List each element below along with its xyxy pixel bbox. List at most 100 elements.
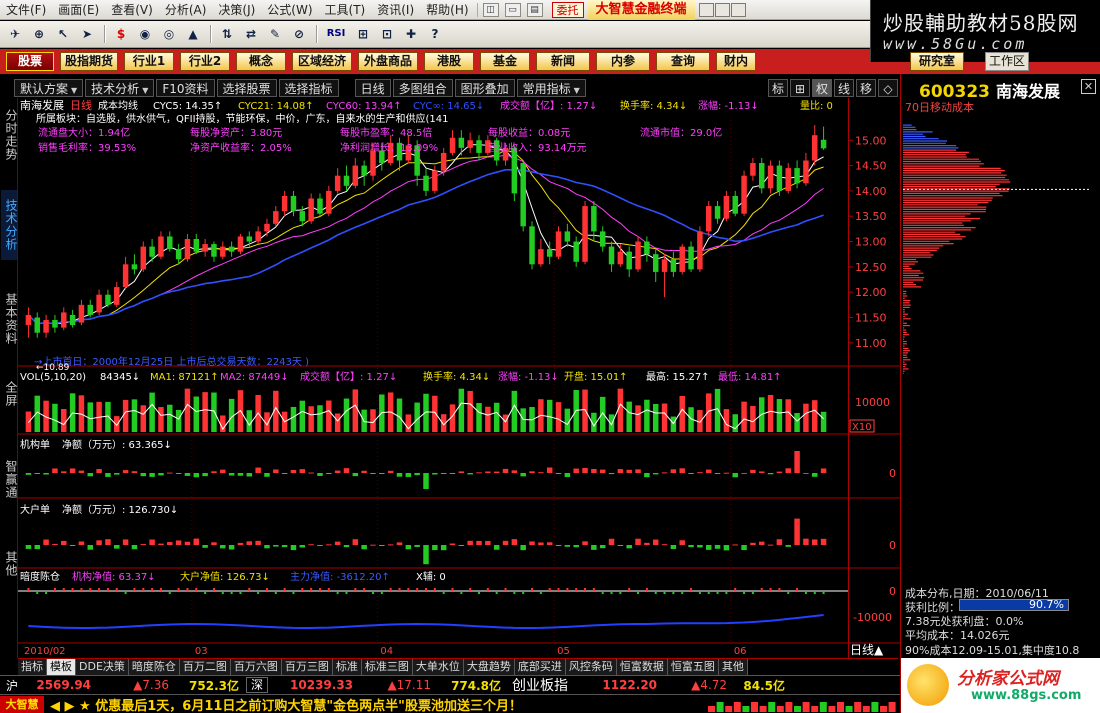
bottom-tab-12[interactable]: 风控条码 — [565, 659, 617, 675]
subtool-2[interactable]: F10资料 — [156, 79, 215, 97]
candle — [820, 126, 827, 150]
nav-tab-9[interactable]: 新闻 — [536, 52, 590, 71]
minimize-icon[interactable] — [698, 2, 714, 17]
nav-tab-3[interactable]: 行业2 — [180, 52, 230, 71]
bottom-tab-0[interactable]: 指标 — [18, 659, 47, 675]
mdi-button-0[interactable]: ◫ — [482, 2, 499, 17]
bottom-tab-5[interactable]: 百万六图 — [230, 659, 282, 675]
menu-item-7[interactable]: 资讯(I) — [371, 0, 420, 20]
bottom-tab-1[interactable]: 模板 — [47, 659, 76, 675]
dollar-icon[interactable]: $ — [110, 24, 132, 44]
menu-item-0[interactable]: 文件(F) — [0, 0, 52, 20]
subtool-small-2[interactable]: 权 — [812, 79, 832, 97]
arrow-icon[interactable]: ➤ — [76, 24, 98, 44]
bottom-tab-14[interactable]: 恒富五图 — [667, 659, 719, 675]
bottom-tab-10[interactable]: 大盘趋势 — [463, 659, 515, 675]
bottom-tab-13[interactable]: 恒富数据 — [616, 659, 668, 675]
nav-tab-6[interactable]: 外盘商品 — [358, 52, 418, 71]
subtool-8[interactable]: 常用指标 — [516, 79, 586, 97]
subtool-small-5[interactable]: ◇ — [878, 79, 898, 97]
triangle-icon[interactable]: ▲ — [182, 24, 204, 44]
dzh-logo[interactable]: 大智慧 — [0, 695, 44, 713]
left-tab-5[interactable]: 其他 — [1, 544, 18, 584]
left-tab-3[interactable]: 全屏 — [1, 374, 18, 414]
nav-tab-2[interactable]: 行业1 — [124, 52, 174, 71]
bottom-tab-4[interactable]: 百万二图 — [179, 659, 231, 675]
subtool-small-3[interactable]: 线 — [834, 79, 854, 97]
nav-tab-11[interactable]: 查询 — [656, 52, 710, 71]
weituo-button[interactable]: 委托 — [551, 1, 584, 18]
bottom-tab-9[interactable]: 大单水位 — [412, 659, 464, 675]
mdi-button-1[interactable]: ▭ — [504, 2, 521, 17]
plus-icon[interactable]: ✚ — [400, 24, 422, 44]
subtool-1[interactable]: 技术分析 — [85, 79, 155, 97]
period-tag[interactable]: 日线▲ — [848, 643, 900, 658]
ring-icon[interactable]: ◎ — [158, 24, 180, 44]
crosshair-icon[interactable]: ⊕ — [28, 24, 50, 44]
left-tab-2[interactable]: 基本资料 — [1, 284, 18, 354]
nav-tab-0[interactable]: 股票 — [6, 52, 54, 71]
sz-index-name[interactable]: 深 — [246, 677, 269, 693]
chart-area[interactable]: 南海发展 日线 成本均线 CYC5: 14.35↑ CYC21: 14.08↑ CYC60… — [18, 98, 848, 658]
bottom-tab-6[interactable]: 百万三图 — [281, 659, 333, 675]
menu-item-5[interactable]: 公式(W) — [261, 0, 318, 20]
sh-index-name[interactable]: 沪 — [2, 677, 22, 694]
nav-tab-1[interactable]: 股指期货 — [60, 52, 118, 71]
bottom-tab-8[interactable]: 标准三图 — [361, 659, 413, 675]
help-icon[interactable]: ? — [424, 24, 446, 44]
left-tab-0[interactable]: 分时走势 — [1, 100, 18, 170]
window-icon[interactable]: ⊡ — [376, 24, 398, 44]
cost-90: 90%成本12.09-15.01,集中度10.8 — [905, 644, 1080, 657]
grid-icon[interactable]: ⊞ — [352, 24, 374, 44]
subtool-6[interactable]: 多图组合 — [392, 79, 453, 97]
forbid-icon[interactable]: ⊘ — [288, 24, 310, 44]
subtool-small-0[interactable]: 标 — [768, 79, 788, 97]
mdi-button-2[interactable]: ▤ — [526, 2, 543, 17]
menu-item-2[interactable]: 查看(V) — [105, 0, 159, 20]
nav-tab-7[interactable]: 港股 — [424, 52, 474, 71]
big-net-bar — [582, 541, 588, 545]
close-window-icon[interactable] — [730, 2, 746, 17]
ticker-text[interactable]: ◀ ▶ ★ 优惠最后1天，6月11日之前订购大智慧"金色两点半"股票池加送三个月… — [50, 695, 522, 713]
menu-item-4[interactable]: 决策(J) — [212, 0, 261, 20]
bottom-tab-7[interactable]: 标准 — [332, 659, 362, 675]
pen-icon[interactable]: ✎ — [264, 24, 286, 44]
cy-index-name[interactable]: 创业板指 — [508, 675, 572, 695]
cy-index-value: 1122.20 — [602, 678, 658, 692]
candle-body — [617, 251, 624, 265]
cursor-icon[interactable]: ↖ — [52, 24, 74, 44]
nav-tab-10[interactable]: 内参 — [596, 52, 650, 71]
subtool-small-1[interactable]: ⊞ — [790, 79, 810, 97]
bottom-tab-11[interactable]: 底部买进 — [514, 659, 566, 675]
swap-icon[interactable]: ⇄ — [240, 24, 262, 44]
menu-item-8[interactable]: 帮助(H) — [420, 0, 474, 20]
subtool-3[interactable]: 选择股票 — [216, 79, 277, 97]
bottom-tab-3[interactable]: 暗度陈仓 — [128, 659, 180, 675]
updown-icon[interactable]: ⇅ — [216, 24, 238, 44]
subtool-7[interactable]: 图形叠加 — [454, 79, 515, 97]
target-icon[interactable]: ◉ — [134, 24, 156, 44]
left-tab-4[interactable]: 智赢通 — [1, 444, 18, 514]
bottom-tab-2[interactable]: DDE决策 — [76, 659, 129, 675]
nav-tab-4[interactable]: 概念 — [236, 52, 286, 71]
work-area-button[interactable]: 工作区 — [985, 52, 1029, 71]
nav-tab-8[interactable]: 基金 — [480, 52, 530, 71]
menu-item-1[interactable]: 画面(E) — [52, 0, 105, 20]
nav-tab-5[interactable]: 区域经济 — [292, 52, 352, 71]
subtool-4[interactable]: 选择指标 — [278, 79, 339, 97]
menu-item-6[interactable]: 工具(T) — [319, 0, 372, 20]
menu-item-3[interactable]: 分析(A) — [159, 0, 213, 20]
plane-icon[interactable]: ✈ — [4, 24, 26, 44]
subtool-0[interactable]: 默认方案 — [14, 79, 84, 97]
subtool-small-4[interactable]: 移 — [856, 79, 876, 97]
restore-icon[interactable] — [714, 2, 730, 17]
rsi-icon[interactable]: RSI — [322, 24, 350, 44]
left-tab-1[interactable]: 技术分析 — [1, 190, 18, 260]
research-button[interactable]: 研究室 — [910, 52, 964, 71]
candle-body — [785, 168, 791, 191]
kline-chart[interactable]: 南海发展 日线 成本均线 CYC5: 14.35↑ CYC21: 14.08↑ CYC60… — [18, 98, 848, 658]
bottom-tab-15[interactable]: 其他 — [718, 659, 748, 675]
nav-tab-12[interactable]: 财内 — [716, 52, 756, 71]
subtool-5[interactable]: 日线 — [354, 79, 391, 97]
candle — [652, 249, 659, 283]
